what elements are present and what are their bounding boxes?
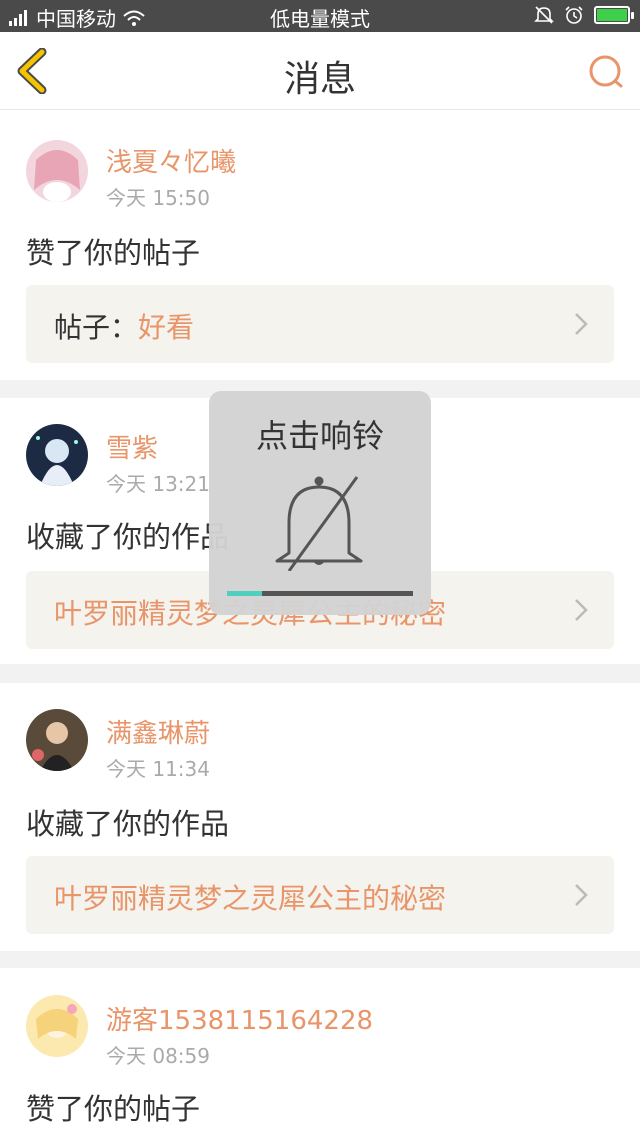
action-text: 赞了你的帖子 [26, 1092, 201, 1126]
ref-title: 好看 [138, 311, 195, 344]
username[interactable]: 雪紫 [106, 428, 158, 465]
ref-title: 叶罗丽精灵梦之灵犀公主的秘密 [54, 882, 447, 915]
volume-track [227, 591, 413, 596]
action-text: 收藏了你的作品 [26, 520, 230, 554]
message-card: 满鑫琳蔚 今天 11:34 收藏了你的作品 叶罗丽精灵梦之灵犀公主的秘密 [0, 683, 640, 951]
referenced-post[interactable]: 帖子：好看 [26, 285, 614, 363]
timestamp: 今天 11:34 [106, 757, 210, 781]
chevron-right-icon [575, 599, 588, 621]
chevron-right-icon [575, 313, 588, 335]
volume-level [227, 591, 263, 596]
mute-icon [534, 6, 554, 24]
username[interactable]: 游客1538115164228 [106, 1000, 373, 1037]
nav-header: 消息 [0, 32, 640, 110]
page-title: 消息 [283, 59, 356, 100]
action-text: 赞了你的帖子 [26, 236, 201, 270]
alarm-icon [565, 6, 583, 24]
toast-label: 点击响铃 [255, 417, 384, 455]
avatar[interactable] [26, 709, 88, 771]
referenced-work[interactable]: 叶罗丽精灵梦之灵犀公主的秘密 [26, 856, 614, 934]
message-card: 浅夏々忆曦 今天 15:50 赞了你的帖子 帖子：好看 [0, 110, 640, 380]
avatar[interactable] [26, 140, 88, 202]
status-bar: 中国移动 低电量模式 [0, 0, 640, 32]
timestamp: 今天 08:59 [106, 1044, 210, 1068]
username[interactable]: 满鑫琳蔚 [106, 713, 210, 750]
action-text: 收藏了你的作品 [26, 807, 230, 841]
chevron-right-icon [575, 884, 588, 906]
ringer-toast: 点击响铃 [209, 391, 431, 615]
avatar[interactable] [26, 995, 88, 1057]
message-card: 游客1538115164228 今天 08:59 赞了你的帖子 [0, 968, 640, 1138]
ref-prefix: 帖子： [54, 311, 139, 344]
avatar[interactable] [26, 424, 88, 486]
search-icon[interactable] [586, 52, 626, 92]
timestamp: 今天 15:50 [106, 186, 210, 210]
battery-icon [594, 6, 634, 24]
timestamp: 今天 13:21 [106, 472, 210, 496]
username[interactable]: 浅夏々忆曦 [106, 142, 236, 179]
bell-off-icon [275, 476, 363, 571]
